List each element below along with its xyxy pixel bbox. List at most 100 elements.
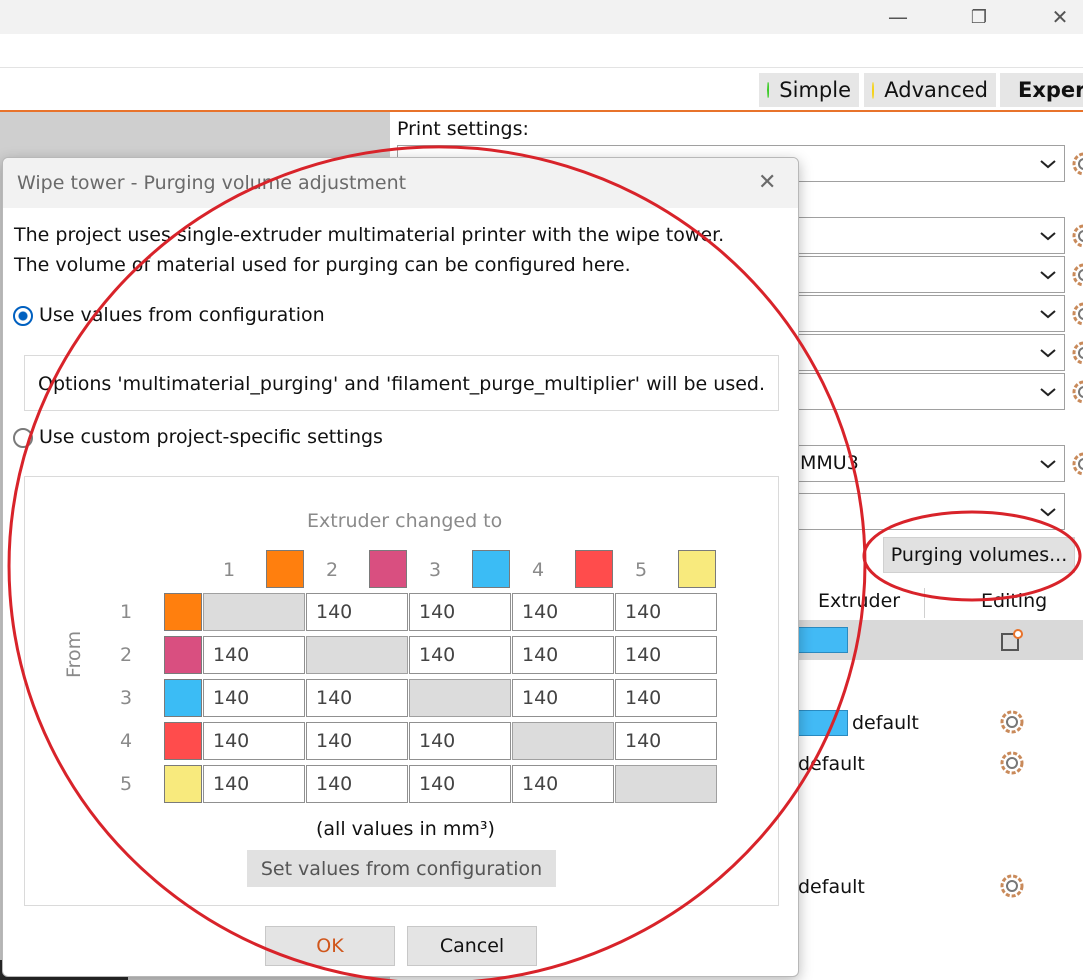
purging-volumes-button[interactable]: Purging volumes... bbox=[883, 537, 1075, 573]
column-extruder-swatch bbox=[266, 550, 304, 588]
purge-volume-input[interactable]: 140 bbox=[203, 722, 305, 760]
column-extruder-number: 4 bbox=[532, 559, 545, 581]
purge-cell-disabled bbox=[203, 593, 305, 631]
gear-icon[interactable] bbox=[998, 872, 1026, 900]
mode-expert-button[interactable]: Exper bbox=[1000, 73, 1083, 107]
row-extruder-number: 2 bbox=[120, 644, 133, 666]
row-extruder-swatch bbox=[164, 636, 202, 674]
gear-icon[interactable] bbox=[1070, 150, 1083, 178]
chevron-down-icon[interactable] bbox=[1038, 226, 1058, 246]
purge-volume-input[interactable]: 140 bbox=[306, 679, 408, 717]
row-extruder-number: 1 bbox=[120, 601, 133, 623]
edit-icon[interactable] bbox=[1000, 629, 1024, 653]
gear-icon[interactable] bbox=[998, 749, 1026, 777]
column-divider bbox=[924, 588, 925, 618]
cancel-button[interactable]: Cancel bbox=[407, 926, 537, 966]
chevron-down-icon[interactable] bbox=[1038, 382, 1058, 402]
purge-volume-input[interactable]: 140 bbox=[512, 679, 614, 717]
row-extruder-number: 3 bbox=[120, 687, 133, 709]
mode-expert-label: Exper bbox=[1018, 78, 1083, 102]
intro-line-1: The project uses single-extruder multima… bbox=[14, 224, 725, 246]
gear-icon[interactable] bbox=[998, 708, 1026, 736]
intro-line-2: The volume of material used for purging … bbox=[14, 254, 631, 276]
from-label: From bbox=[63, 630, 85, 678]
row-extruder-swatch bbox=[164, 765, 202, 803]
chevron-down-icon[interactable] bbox=[1038, 265, 1058, 285]
chevron-down-icon[interactable] bbox=[1038, 154, 1058, 174]
row-extruder-swatch bbox=[164, 679, 202, 717]
row-extruder-swatch bbox=[164, 722, 202, 760]
purge-cell-disabled bbox=[512, 722, 614, 760]
column-extruder-swatch bbox=[678, 550, 716, 588]
row-extruder-number: 5 bbox=[120, 773, 133, 795]
extruder-changed-to-label: Extruder changed to bbox=[307, 510, 503, 532]
mode-simple-label: Simple bbox=[779, 78, 851, 102]
column-extruder-swatch bbox=[369, 550, 407, 588]
toolbar-separator bbox=[0, 67, 1083, 68]
set-values-from-config-button[interactable]: Set values from configuration bbox=[247, 850, 556, 887]
chevron-down-icon[interactable] bbox=[1038, 304, 1058, 324]
mode-advanced-button[interactable]: Advanced bbox=[864, 73, 996, 107]
options-info-text: Options 'multimaterial_purging' and 'fil… bbox=[38, 373, 766, 395]
close-window-icon[interactable]: ✕ bbox=[1037, 0, 1083, 34]
gear-icon[interactable] bbox=[1070, 378, 1083, 406]
purge-cell-disabled bbox=[306, 636, 408, 674]
ok-button[interactable]: OK bbox=[265, 926, 395, 966]
column-extruder-swatch bbox=[472, 550, 510, 588]
purge-volume-input[interactable]: 140 bbox=[409, 636, 511, 674]
purge-volume-input[interactable]: 140 bbox=[512, 765, 614, 803]
editing-column-header[interactable]: Editing bbox=[981, 590, 1047, 612]
purging-volume-dialog: Wipe tower - Purging volume adjustment ✕… bbox=[2, 157, 799, 977]
object-row-default: default bbox=[798, 876, 865, 898]
purge-volume-input[interactable]: 140 bbox=[615, 722, 717, 760]
row-extruder-number: 4 bbox=[120, 730, 133, 752]
column-extruder-number: 2 bbox=[326, 559, 339, 581]
mode-simple-button[interactable]: Simple bbox=[759, 73, 859, 107]
simple-mode-icon bbox=[767, 82, 770, 98]
purge-volume-input[interactable]: 140 bbox=[409, 765, 511, 803]
purge-volume-input[interactable]: 140 bbox=[615, 636, 717, 674]
purge-volume-input[interactable]: 140 bbox=[615, 593, 717, 631]
purge-cell-disabled bbox=[615, 765, 717, 803]
purge-volume-input[interactable]: 140 bbox=[409, 593, 511, 631]
advanced-mode-icon bbox=[872, 81, 875, 99]
object-row-default: default bbox=[798, 753, 865, 775]
use-config-label[interactable]: Use values from configuration bbox=[39, 304, 325, 326]
use-custom-radio[interactable] bbox=[13, 428, 33, 448]
purge-volume-input[interactable]: 140 bbox=[203, 636, 305, 674]
chevron-down-icon[interactable] bbox=[1038, 454, 1058, 474]
gear-icon[interactable] bbox=[1070, 261, 1083, 289]
purge-volume-input[interactable]: 140 bbox=[409, 722, 511, 760]
column-extruder-number: 5 bbox=[635, 559, 648, 581]
column-extruder-number: 1 bbox=[223, 559, 236, 581]
print-settings-label: Print settings: bbox=[397, 118, 529, 140]
gear-icon[interactable] bbox=[1070, 222, 1083, 250]
dialog-close-icon[interactable]: ✕ bbox=[758, 170, 776, 195]
object-row-default: default bbox=[852, 712, 919, 734]
purge-volume-input[interactable]: 140 bbox=[203, 679, 305, 717]
extruder-swatch bbox=[798, 710, 848, 736]
column-extruder-swatch bbox=[575, 550, 613, 588]
gear-icon[interactable] bbox=[1070, 300, 1083, 328]
row-extruder-swatch bbox=[164, 593, 202, 631]
gear-icon[interactable] bbox=[1070, 450, 1083, 478]
extruder-swatch bbox=[798, 627, 848, 653]
purge-volume-input[interactable]: 140 bbox=[306, 765, 408, 803]
mode-advanced-label: Advanced bbox=[884, 78, 988, 102]
purge-volume-input[interactable]: 140 bbox=[512, 593, 614, 631]
extruder-column-header[interactable]: Extruder bbox=[818, 590, 900, 612]
dialog-title: Wipe tower - Purging volume adjustment bbox=[17, 172, 407, 194]
column-extruder-number: 3 bbox=[429, 559, 442, 581]
purge-volume-input[interactable]: 140 bbox=[512, 636, 614, 674]
restore-icon[interactable]: ❐ bbox=[956, 0, 1002, 34]
chevron-down-icon[interactable] bbox=[1038, 343, 1058, 363]
gear-icon[interactable] bbox=[1070, 339, 1083, 367]
purge-volume-input[interactable]: 140 bbox=[203, 765, 305, 803]
purge-volume-input[interactable]: 140 bbox=[615, 679, 717, 717]
purge-volume-input[interactable]: 140 bbox=[306, 722, 408, 760]
use-custom-label[interactable]: Use custom project-specific settings bbox=[39, 426, 383, 448]
use-config-radio[interactable] bbox=[13, 306, 33, 326]
chevron-down-icon[interactable] bbox=[1038, 502, 1058, 522]
minimize-icon[interactable]: — bbox=[875, 0, 921, 34]
purge-volume-input[interactable]: 140 bbox=[306, 593, 408, 631]
